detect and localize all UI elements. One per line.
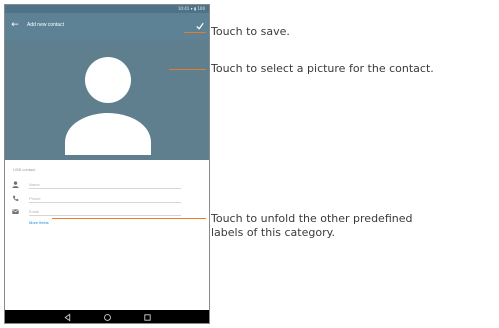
- phone-icon: [13, 195, 19, 201]
- name-field-row: [5, 179, 209, 193]
- status-bar-text: 10:41 ▾ ▮ 100: [177, 6, 205, 11]
- callout-save: Touch to save.: [211, 25, 290, 38]
- callout-picture: Touch to select a picture for the contac…: [211, 62, 434, 75]
- app-title: Add new contact: [27, 22, 64, 28]
- contact-photo-area[interactable]: [5, 40, 209, 160]
- navigation-bar: [5, 310, 209, 323]
- phone-field-row: [5, 193, 209, 207]
- more-fields-link[interactable]: More fields: [29, 220, 49, 225]
- email-field[interactable]: [29, 207, 181, 216]
- callout-line-save: [184, 32, 206, 33]
- nav-home-icon[interactable]: [103, 313, 112, 322]
- person-silhouette-icon: [65, 57, 151, 155]
- arrow-left-icon[interactable]: ←: [10, 20, 20, 30]
- person-icon: [12, 181, 19, 188]
- nav-recents-icon[interactable]: [143, 313, 152, 322]
- callout-line-picture: [169, 69, 206, 70]
- app-bar: ← Add new contact: [5, 13, 209, 40]
- status-bar: 10:41 ▾ ▮ 100: [5, 5, 209, 13]
- callout-labels-line1: Touch to unfold the other predefined: [211, 212, 413, 225]
- contact-form: USB contact More fields: [5, 160, 209, 310]
- nav-back-icon[interactable]: [63, 313, 72, 322]
- phone-field[interactable]: [29, 194, 181, 203]
- email-icon: [12, 209, 19, 214]
- name-field[interactable]: [29, 180, 181, 189]
- account-label: USB contact: [13, 167, 36, 172]
- callout-line-labels: [52, 218, 206, 219]
- phone-screen: 10:41 ▾ ▮ 100 ← Add new contact USB cont…: [4, 4, 210, 324]
- checkmark-icon[interactable]: [196, 22, 204, 30]
- callout-labels-line2: labels of this category.: [211, 226, 336, 239]
